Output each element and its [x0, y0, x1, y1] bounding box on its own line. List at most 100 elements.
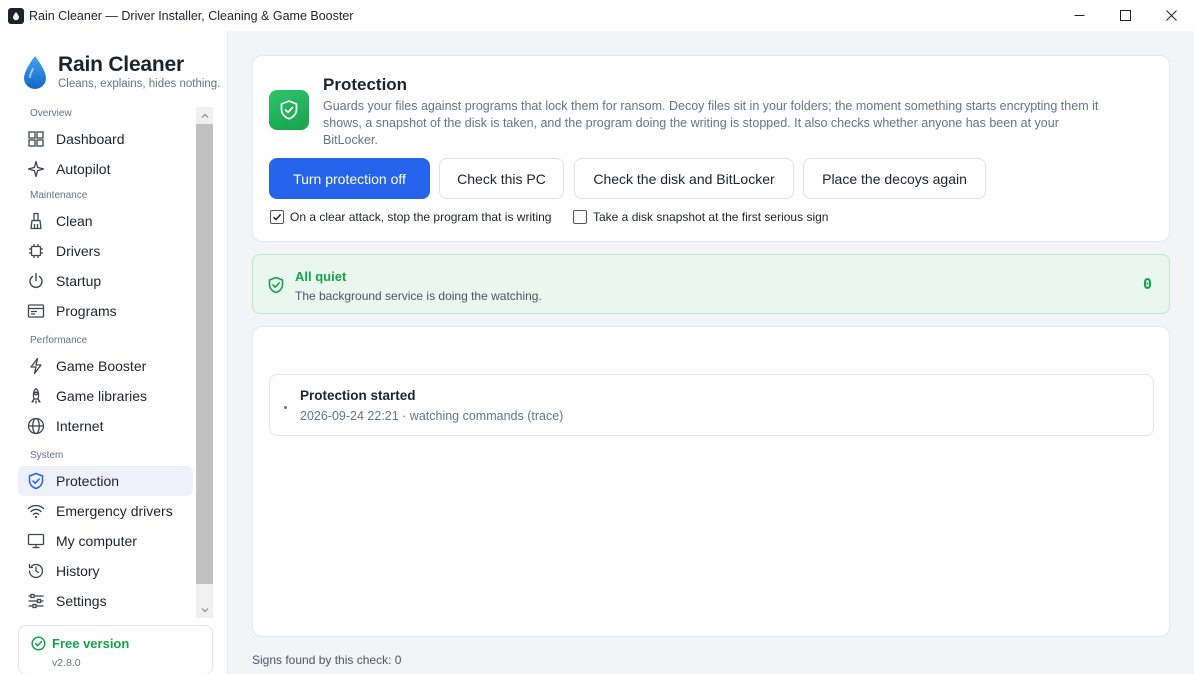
sidebar-item-startup[interactable]: Startup [18, 266, 193, 296]
sidebar-item-label: Drivers [56, 243, 101, 259]
nav-section-overview: Overview [30, 108, 72, 119]
scroll-thumb[interactable] [196, 124, 213, 584]
minimize-icon [1074, 15, 1084, 16]
window-title: Rain Cleaner — Driver Installer, Cleanin… [29, 8, 354, 23]
checkmark-icon [272, 213, 282, 221]
disk-snapshot-option[interactable]: Take a disk snapshot at the first seriou… [573, 210, 828, 224]
signs-found-text: Signs found by this check: 0 [252, 653, 402, 667]
status-count: 0 [1142, 275, 1152, 293]
nav-section-performance: Performance [30, 335, 88, 346]
sidebar-item-label: Autopilot [56, 161, 111, 177]
sidebar-item-my-computer[interactable]: My computer [18, 526, 193, 556]
version-status: Free version [31, 636, 129, 651]
sidebar-item-dashboard[interactable]: Dashboard [18, 124, 193, 154]
sidebar-item-emergency-drivers[interactable]: Emergency drivers [18, 496, 193, 526]
shield-check-icon [280, 100, 298, 120]
chevron-down-icon [201, 607, 208, 612]
protection-card: Protection Guards your files against pro… [252, 55, 1170, 242]
sidebar-nav: Overview Dashboard Autopilot Maintenance… [18, 104, 193, 618]
bullet-icon [284, 406, 287, 409]
maximize-button[interactable] [1102, 0, 1148, 31]
sidebar-item-history[interactable]: History [18, 556, 193, 586]
protection-badge [269, 90, 309, 130]
sidebar-item-game-booster[interactable]: Game Booster [18, 351, 193, 381]
place-decoys-button[interactable]: Place the decoys again [803, 158, 986, 199]
sidebar-item-label: Protection [56, 473, 120, 489]
version-status-label: Free version [52, 636, 130, 651]
sidebar-item-label: My computer [56, 533, 137, 549]
app-logo-icon [8, 7, 24, 24]
title-bar: Rain Cleaner — Driver Installer, Cleanin… [0, 0, 1194, 31]
sidebar-item-label: Game Booster [56, 358, 147, 374]
status-title: All quiet [295, 269, 347, 284]
sidebar-item-label: Clean [56, 213, 93, 229]
sidebar-item-label: Programs [56, 303, 117, 319]
chevron-up-icon [201, 113, 208, 118]
page-description: Guards your files against programs that … [323, 99, 1099, 147]
version-number: v2.8.0 [52, 657, 81, 669]
wifi-icon [27, 504, 45, 519]
sidebar-item-label: Startup [56, 273, 102, 289]
sidebar-item-protection[interactable]: Protection [18, 466, 193, 496]
sidebar-item-label: Dashboard [56, 131, 125, 147]
disk-snapshot-checkbox[interactable] [573, 210, 587, 224]
toggle-protection-button[interactable]: Turn protection off [269, 158, 430, 199]
globe-icon [27, 417, 45, 435]
nav-section-maintenance: Maintenance [30, 190, 88, 201]
chip-icon [29, 244, 43, 258]
sparkle-icon [27, 160, 45, 178]
minimize-button[interactable] [1056, 0, 1102, 31]
disk-snapshot-label: Take a disk snapshot at the first seriou… [593, 210, 829, 224]
version-card: Free version v2.8.0 [18, 625, 213, 674]
log-entry-title: Protection started [300, 388, 416, 403]
scroll-down-button[interactable] [196, 601, 213, 618]
water-drop-icon [24, 56, 46, 89]
log-entry-meta: 2026-09-24 22:21 · watching commands (tr… [300, 409, 564, 423]
sidebar-item-internet[interactable]: Internet [18, 411, 193, 441]
programs-icon [27, 304, 45, 318]
close-icon [1165, 10, 1177, 21]
stop-writer-checkbox[interactable] [270, 210, 284, 224]
sidebar-item-autopilot[interactable]: Autopilot [18, 154, 193, 184]
scroll-up-button[interactable] [196, 107, 213, 124]
sidebar-item-drivers[interactable]: Drivers [18, 236, 193, 266]
brand-tagline: Cleans, explains, hides nothing. [58, 78, 221, 90]
sidebar-item-settings[interactable]: Settings [18, 586, 193, 616]
sliders-icon [28, 593, 44, 609]
shield-icon [28, 472, 44, 490]
event-log: Protection started 2026-09-24 22:21 · wa… [252, 326, 1170, 637]
sidebar-item-label: Game libraries [56, 388, 148, 404]
page-title: Protection [323, 75, 408, 94]
stop-writer-option[interactable]: On a clear attack, stop the program that… [270, 210, 551, 224]
sidebar-item-label: Emergency drivers [56, 503, 173, 519]
monitor-icon [27, 533, 45, 549]
sidebar-item-game-libraries[interactable]: Game libraries [18, 381, 193, 411]
list-item: Protection started 2026-09-24 22:21 · wa… [269, 374, 1154, 436]
sidebar-item-label: Internet [56, 418, 104, 434]
check-circle-icon [31, 636, 46, 651]
sidebar: Rain Cleaner Cleans, explains, hides not… [0, 31, 228, 674]
rocket-icon [31, 387, 41, 404]
nav-section-system: System [30, 450, 64, 461]
power-icon [29, 272, 43, 288]
maximize-icon [1119, 10, 1131, 21]
close-button[interactable] [1148, 0, 1194, 31]
check-disk-button[interactable]: Check the disk and BitLocker [574, 158, 794, 199]
sidebar-item-label: Settings [56, 593, 107, 609]
sidebar-scrollbar[interactable] [196, 107, 213, 618]
window-controls [1056, 0, 1194, 31]
grid-icon [28, 131, 44, 147]
sidebar-item-clean[interactable]: Clean [18, 206, 193, 236]
lightning-icon [30, 357, 42, 375]
stop-writer-label: On a clear attack, stop the program that… [290, 210, 552, 224]
broom-icon [30, 212, 42, 230]
brand: Rain Cleaner Cleans, explains, hides not… [22, 53, 220, 91]
check-pc-button[interactable]: Check this PC [439, 158, 564, 199]
shield-check-icon [268, 276, 284, 294]
sidebar-item-label: History [56, 563, 100, 579]
history-icon [28, 563, 44, 579]
sidebar-item-programs[interactable]: Programs [18, 296, 193, 326]
status-subtitle: The background service is doing the watc… [295, 289, 542, 303]
status-banner: All quiet The background service is doin… [252, 254, 1170, 314]
brand-name: Rain Cleaner [58, 53, 184, 76]
